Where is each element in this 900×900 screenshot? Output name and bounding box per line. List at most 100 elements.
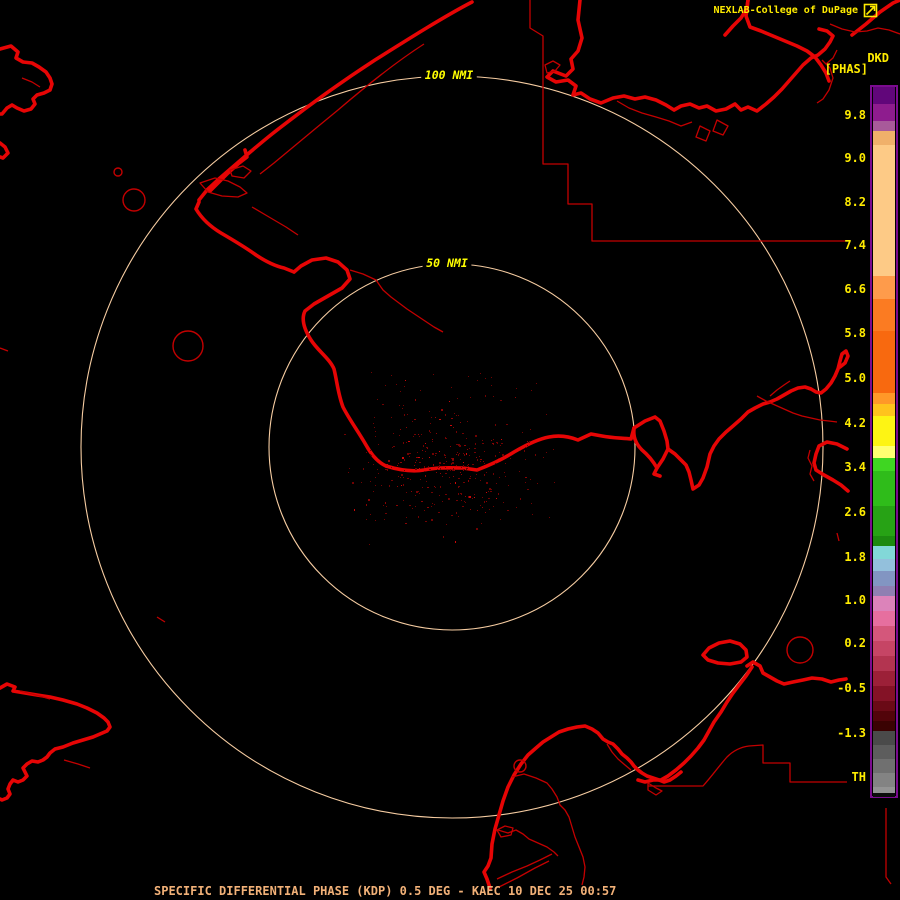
echo-dot (530, 479, 531, 480)
echo-dot (370, 454, 371, 455)
echo-dot (438, 467, 439, 468)
echo-dot (488, 498, 490, 499)
echo-dot (536, 383, 537, 384)
colorbar-segment (873, 458, 895, 471)
echo-dot (470, 397, 471, 398)
echo-dot (391, 467, 392, 468)
coastline-map (0, 0, 900, 890)
echo-dot (363, 468, 364, 470)
echo-dot (396, 505, 398, 506)
echo-dot (398, 476, 399, 477)
echo-dot (457, 398, 458, 399)
colorbar-segment (873, 721, 895, 731)
echo-dot (407, 478, 409, 479)
echo-dot (524, 450, 525, 452)
echo-dot (426, 447, 428, 448)
colorbar-tick-label: -1.3 (837, 726, 866, 740)
echo-dot (406, 442, 407, 443)
echo-dot (506, 424, 508, 425)
echo-dot (439, 462, 441, 464)
echo-dot (453, 476, 454, 477)
echo-dot (421, 501, 423, 502)
echo-dot (417, 452, 418, 453)
echo-dot (450, 483, 451, 484)
coastline-thin (251, 206, 299, 236)
echo-dot (475, 443, 476, 445)
echo-dot (361, 482, 362, 483)
echo-dot (424, 471, 426, 472)
echo-dot (485, 378, 486, 379)
range-ring-labels: 50 NMI 100 NMI (421, 68, 477, 270)
echo-dot (349, 468, 350, 469)
echo-dot (436, 433, 437, 434)
echo-dot (546, 414, 547, 415)
echo-dot (431, 506, 432, 507)
echo-dot (505, 463, 506, 464)
echo-dot (425, 475, 426, 477)
colorbar-segment (873, 145, 895, 276)
echo-dot (444, 455, 446, 456)
echo-dot (418, 434, 419, 435)
echo-dot (479, 456, 480, 457)
echo-dot (468, 464, 469, 465)
echo-dot (408, 441, 410, 442)
coastline-thin (156, 616, 166, 623)
echo-dot (470, 476, 471, 477)
echo-dot (400, 477, 401, 478)
colorbar-segment (873, 759, 895, 773)
echo-dot (371, 455, 372, 456)
echo-dot (415, 468, 417, 470)
echo-dot (385, 502, 386, 504)
echo-dot (451, 418, 453, 419)
echo-dot (354, 509, 355, 511)
echo-dot (463, 506, 464, 507)
coastline-thin (0, 347, 9, 352)
echo-dot (438, 512, 439, 513)
colorbar-tick-label: 1.8 (844, 550, 866, 564)
colorbar-segment (873, 131, 895, 145)
echo-dot (387, 469, 388, 471)
echo-dot (476, 474, 477, 475)
coastline-thin (648, 744, 847, 787)
echo-dot (477, 470, 478, 471)
echo-dot (444, 454, 445, 455)
echo-dot (498, 458, 499, 459)
echo-dot (375, 477, 376, 478)
echo-dot (493, 396, 494, 397)
echo-dot (480, 461, 481, 462)
echo-dot (415, 506, 416, 507)
echo-dot (485, 512, 486, 513)
echo-dot (413, 436, 414, 437)
echo-dot (543, 457, 544, 458)
echo-dot (449, 401, 450, 402)
echo-dot (431, 492, 433, 493)
coastline-thin (199, 177, 248, 198)
colorbar-segment (873, 686, 895, 701)
echo-dot (378, 473, 379, 474)
echo-dot (460, 422, 461, 423)
echo-dot (422, 487, 423, 488)
echo-dot (466, 438, 467, 439)
echo-dot (402, 457, 404, 459)
echo-dot (493, 506, 494, 507)
echo-dot (366, 504, 367, 506)
echo-dot (421, 434, 422, 435)
colorbar-segment (873, 711, 895, 721)
echo-dot (467, 465, 468, 466)
echo-dot (407, 453, 409, 455)
map-circle-feature (786, 636, 814, 664)
echo-dot (467, 421, 468, 422)
echo-dot (497, 442, 498, 444)
echo-dot (496, 498, 497, 499)
echo-dot (403, 500, 404, 501)
echo-dot (464, 445, 466, 446)
echo-dot (501, 439, 502, 440)
echo-dot (527, 445, 528, 446)
colorbar-segment (873, 596, 895, 611)
echo-dot (428, 466, 429, 467)
map-circle-feature (172, 330, 204, 362)
echo-dot (529, 441, 530, 443)
colorbar-segments (873, 87, 895, 797)
echo-dot (492, 443, 494, 444)
echo-dot (448, 498, 450, 500)
